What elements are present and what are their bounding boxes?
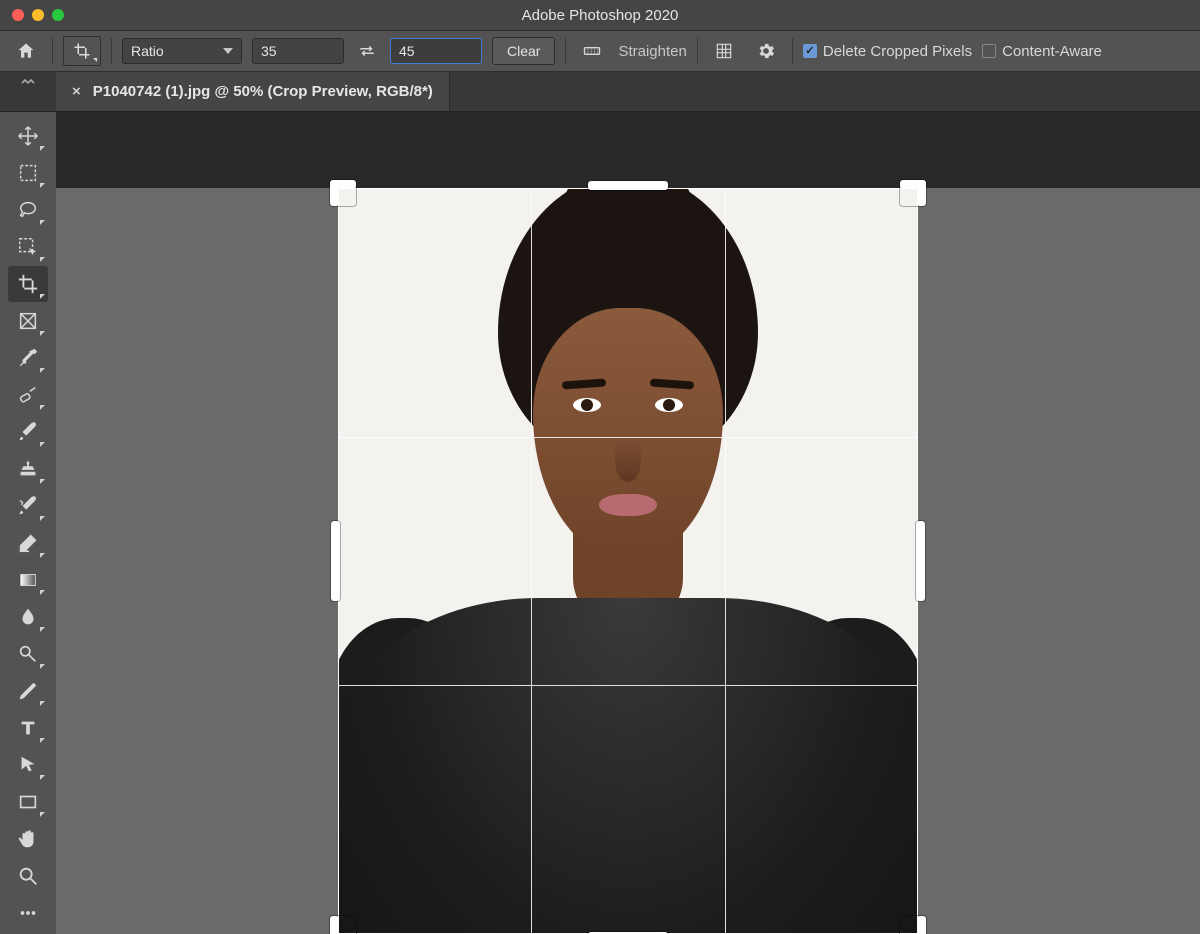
divider xyxy=(565,38,566,64)
canvas-pasteboard xyxy=(56,112,1200,188)
checkbox-icon xyxy=(803,44,817,58)
crop-handle-top-right[interactable] xyxy=(900,180,926,206)
divider xyxy=(52,38,53,64)
app-title: Adobe Photoshop 2020 xyxy=(0,7,1200,24)
content-aware-label: Content-Aware xyxy=(1002,43,1102,60)
blur-tool[interactable] xyxy=(8,599,48,635)
home-button[interactable] xyxy=(10,35,42,67)
window-controls xyxy=(0,9,64,21)
close-tab-button[interactable]: × xyxy=(72,83,81,100)
divider xyxy=(697,38,698,64)
rectangular-marquee-tool[interactable] xyxy=(8,155,48,191)
hand-tool[interactable] xyxy=(8,821,48,857)
crop-grid-line xyxy=(725,188,726,934)
crop-handle-bottom-right[interactable] xyxy=(900,916,926,934)
eyedropper-tool[interactable] xyxy=(8,340,48,376)
crop-handle-top-left[interactable] xyxy=(330,180,356,206)
aspect-ratio-mode-select[interactable]: Ratio xyxy=(122,38,242,64)
crop-height-input[interactable] xyxy=(390,38,482,64)
rectangle-tool[interactable] xyxy=(8,784,48,820)
gradient-tool[interactable] xyxy=(8,562,48,598)
tools-panel xyxy=(0,112,56,934)
window-titlebar: Adobe Photoshop 2020 xyxy=(0,0,1200,30)
content-aware-checkbox[interactable]: Content-Aware xyxy=(982,43,1102,60)
crop-grid-line xyxy=(338,685,918,686)
crop-handle-top[interactable] xyxy=(588,181,668,190)
lasso-tool[interactable] xyxy=(8,192,48,228)
clone-stamp-tool[interactable] xyxy=(8,451,48,487)
divider xyxy=(792,38,793,64)
crop-grid-line xyxy=(531,188,532,934)
type-tool[interactable] xyxy=(8,710,48,746)
brush-tool[interactable] xyxy=(8,414,48,450)
document-tab-bar: × P1040742 (1).jpg @ 50% (Crop Preview, … xyxy=(0,72,1200,112)
divider xyxy=(111,38,112,64)
delete-cropped-pixels-label: Delete Cropped Pixels xyxy=(823,43,972,60)
crop-width-input[interactable] xyxy=(252,38,344,64)
crop-handle-right[interactable] xyxy=(916,521,925,601)
path-selection-tool[interactable] xyxy=(8,747,48,783)
document-tab[interactable]: × P1040742 (1).jpg @ 50% (Crop Preview, … xyxy=(56,72,450,111)
checkbox-icon xyxy=(982,44,996,58)
edit-toolbar-button[interactable] xyxy=(8,895,48,931)
crop-frame[interactable] xyxy=(338,188,918,934)
pen-tool[interactable] xyxy=(8,673,48,709)
delete-cropped-pixels-checkbox[interactable]: Delete Cropped Pixels xyxy=(803,43,972,60)
canvas-area[interactable] xyxy=(56,112,1200,934)
zoom-window-button[interactable] xyxy=(52,9,64,21)
expand-panels-button[interactable] xyxy=(0,72,56,111)
eraser-tool[interactable] xyxy=(8,525,48,561)
history-brush-tool[interactable] xyxy=(8,488,48,524)
chevron-down-icon xyxy=(223,48,233,54)
crop-grid-line xyxy=(338,437,918,438)
frame-tool[interactable] xyxy=(8,303,48,339)
document-image xyxy=(338,188,918,934)
move-tool[interactable] xyxy=(8,118,48,154)
zoom-tool[interactable] xyxy=(8,858,48,894)
crop-handle-left[interactable] xyxy=(331,521,340,601)
crop-settings-button[interactable] xyxy=(750,35,782,67)
crop-handle-bottom-left[interactable] xyxy=(330,916,356,934)
healing-brush-tool[interactable] xyxy=(8,377,48,413)
dodge-tool[interactable] xyxy=(8,636,48,672)
document-tab-label: P1040742 (1).jpg @ 50% (Crop Preview, RG… xyxy=(93,83,433,100)
straighten-label[interactable]: Straighten xyxy=(618,43,686,60)
crop-tool[interactable] xyxy=(8,266,48,302)
crop-overlay-options-button[interactable] xyxy=(708,35,740,67)
aspect-ratio-mode-label: Ratio xyxy=(131,43,164,59)
tool-preset-picker[interactable] xyxy=(63,36,101,66)
minimize-window-button[interactable] xyxy=(32,9,44,21)
swap-dimensions-button[interactable] xyxy=(354,38,380,64)
close-window-button[interactable] xyxy=(12,9,24,21)
clear-ratio-button[interactable]: Clear xyxy=(492,37,555,65)
straighten-icon[interactable] xyxy=(576,35,608,67)
options-bar: Ratio Clear Straighten Delete Cropped Pi… xyxy=(0,30,1200,72)
object-selection-tool[interactable] xyxy=(8,229,48,265)
